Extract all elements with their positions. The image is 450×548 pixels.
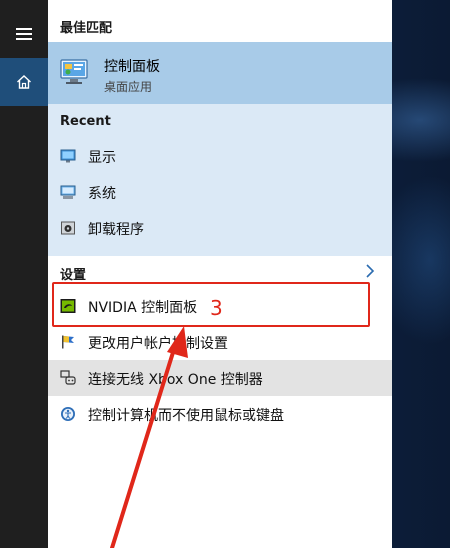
best-match-subtitle: 桌面应用 bbox=[104, 80, 153, 94]
recent-item-label: 卸载程序 bbox=[88, 222, 144, 238]
recent-item-display[interactable]: 显示 bbox=[48, 138, 392, 174]
display-icon bbox=[60, 149, 76, 163]
recent-item-label: 显示 bbox=[88, 150, 116, 166]
hamburger-icon bbox=[16, 28, 32, 40]
settings-item-label: 连接无线 Xbox One 控制器 bbox=[88, 372, 263, 388]
settings-header: 设置 bbox=[60, 268, 87, 283]
best-match-item[interactable]: 控制面板 桌面应用 bbox=[48, 42, 392, 104]
search-results-panel: 最佳匹配 控制面板 桌面应用 Recent 显示 系统 卸载程序 设置 NVID… bbox=[48, 0, 392, 548]
chevron-right-icon[interactable] bbox=[364, 264, 376, 278]
control-panel-icon bbox=[60, 59, 88, 84]
home-button[interactable] bbox=[0, 58, 48, 106]
uac-flag-icon bbox=[62, 335, 74, 349]
best-match-header: 最佳匹配 bbox=[60, 21, 113, 36]
settings-item-xbox[interactable]: 连接无线 Xbox One 控制器 bbox=[48, 360, 392, 396]
uninstall-icon bbox=[61, 221, 75, 235]
recent-item-system[interactable]: 系统 bbox=[48, 174, 392, 210]
settings-item-label: 更改用户帐户控制设置 bbox=[88, 336, 228, 352]
recent-section: Recent 显示 系统 卸载程序 bbox=[48, 104, 392, 256]
step-number-label: 3 bbox=[210, 296, 223, 320]
settings-item-uac[interactable]: 更改用户帐户控制设置 bbox=[48, 324, 392, 360]
recent-header: Recent bbox=[60, 114, 111, 129]
settings-item-accessibility[interactable]: 控制计算机而不使用鼠标或键盘 bbox=[48, 396, 392, 432]
start-rail bbox=[0, 0, 48, 548]
settings-item-label: 控制计算机而不使用鼠标或键盘 bbox=[88, 408, 284, 424]
accessibility-icon bbox=[61, 407, 75, 421]
recent-item-uninstall[interactable]: 卸载程序 bbox=[48, 210, 392, 246]
controller-icon bbox=[60, 370, 76, 385]
menu-button[interactable] bbox=[0, 10, 48, 58]
home-icon bbox=[17, 75, 31, 89]
system-icon bbox=[60, 185, 76, 199]
best-match-title: 控制面板 bbox=[104, 59, 160, 75]
best-match-section: 最佳匹配 控制面板 桌面应用 bbox=[48, 0, 392, 104]
recent-item-label: 系统 bbox=[88, 186, 116, 202]
